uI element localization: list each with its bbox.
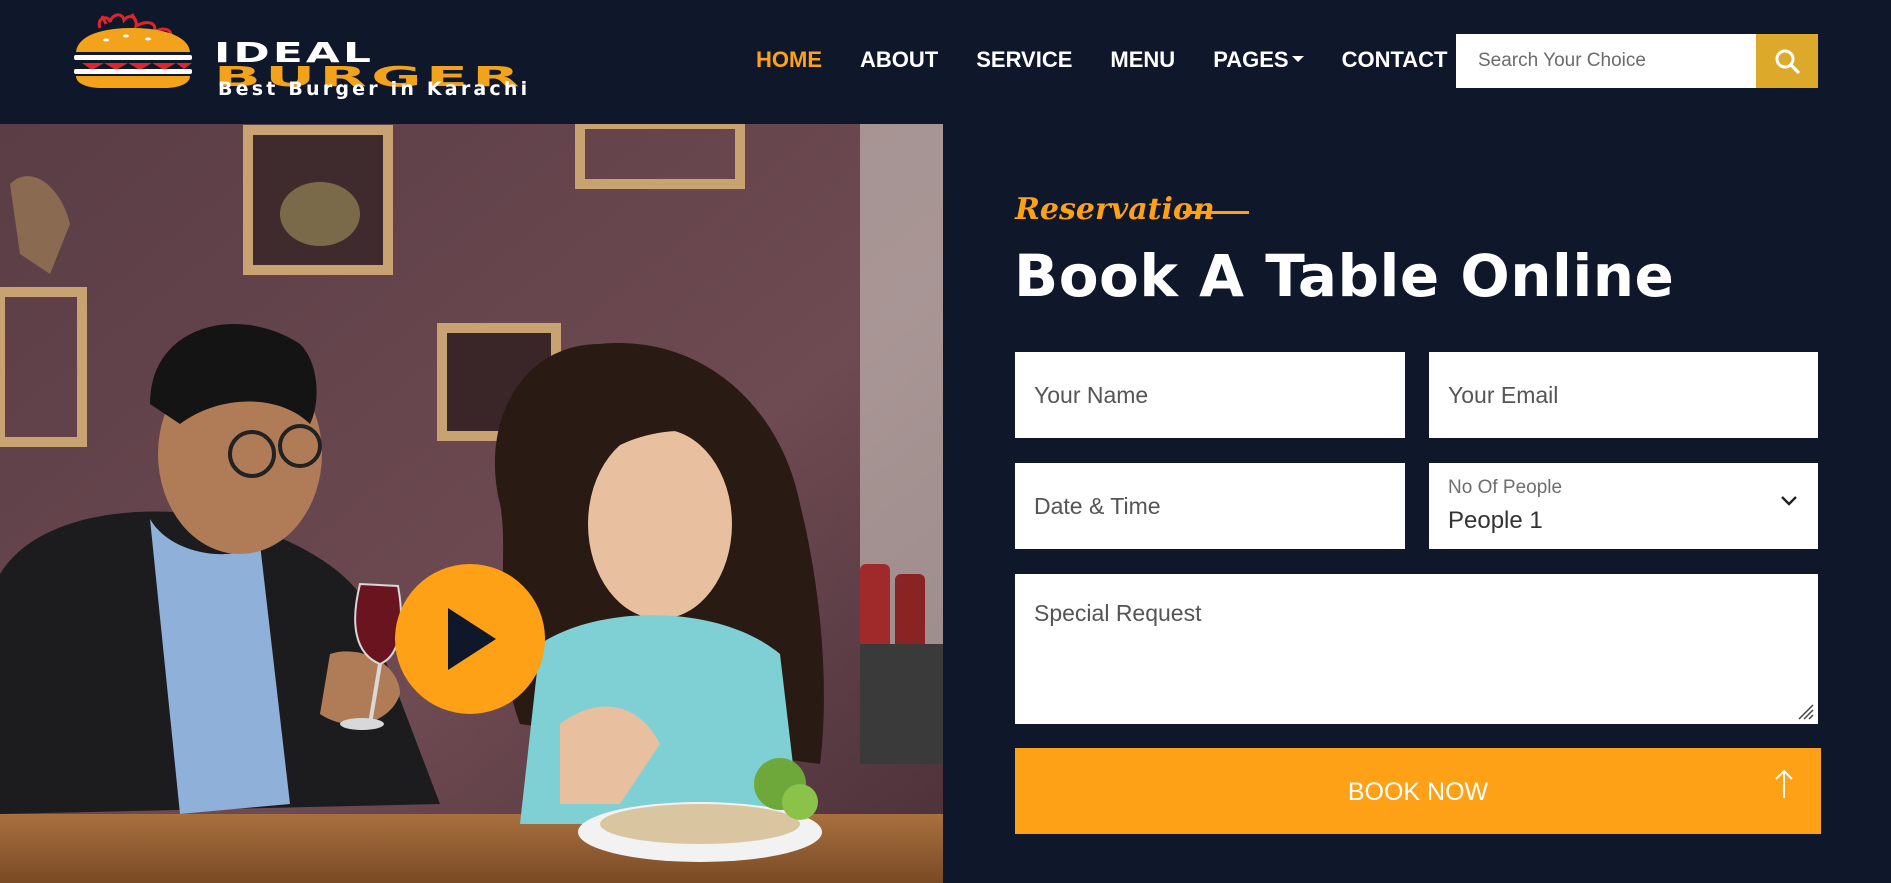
resize-grip-icon[interactable] [1796, 702, 1814, 720]
book-now-button[interactable]: BOOK NOW [1015, 748, 1821, 834]
nav-service[interactable]: SERVICE [976, 46, 1072, 74]
search-icon [1775, 49, 1800, 74]
nav-pages-dropdown[interactable]: PAGES [1213, 46, 1304, 74]
people-select[interactable]: No Of People People 1 [1429, 463, 1818, 549]
brand-tagline: Best Burger in Karachi [218, 78, 531, 100]
search-button[interactable] [1756, 34, 1818, 88]
play-icon [448, 608, 496, 670]
section-eyebrow: Reservation [1015, 192, 1215, 227]
section-title: Book A Table Online [1014, 242, 1675, 310]
chevron-down-icon [1781, 496, 1797, 506]
brand-logo[interactable]: IDEAL BURGER Best Burger in Karachi [66, 10, 527, 102]
restaurant-photo [0, 124, 943, 883]
email-input[interactable] [1429, 352, 1818, 438]
arrow-up-icon[interactable] [1773, 768, 1795, 800]
eyebrow-divider [1183, 211, 1249, 214]
burger-logo-icon [74, 13, 192, 88]
nav-home[interactable]: HOME [756, 46, 822, 74]
people-select-value: People 1 [1448, 507, 1543, 534]
nav-contact[interactable]: CONTACT [1342, 46, 1448, 74]
main-nav: HOME ABOUT SERVICE MENU PAGES CONTACT [756, 46, 1448, 74]
special-request-textarea[interactable] [1015, 574, 1818, 724]
nav-about[interactable]: ABOUT [860, 46, 938, 74]
play-video-button[interactable] [395, 564, 545, 714]
book-now-label: BOOK NOW [1347, 778, 1489, 806]
caret-down-icon [1291, 56, 1304, 63]
search-input[interactable] [1456, 34, 1756, 88]
datetime-input[interactable] [1015, 463, 1405, 549]
navbar: IDEAL BURGER Best Burger in Karachi HOME… [0, 0, 1891, 124]
couple-dining-image [0, 124, 943, 883]
people-select-label: No Of People [1448, 477, 1563, 498]
name-input[interactable] [1015, 352, 1405, 438]
nav-menu[interactable]: MENU [1110, 46, 1175, 74]
nav-pages-label: PAGES [1213, 47, 1289, 72]
